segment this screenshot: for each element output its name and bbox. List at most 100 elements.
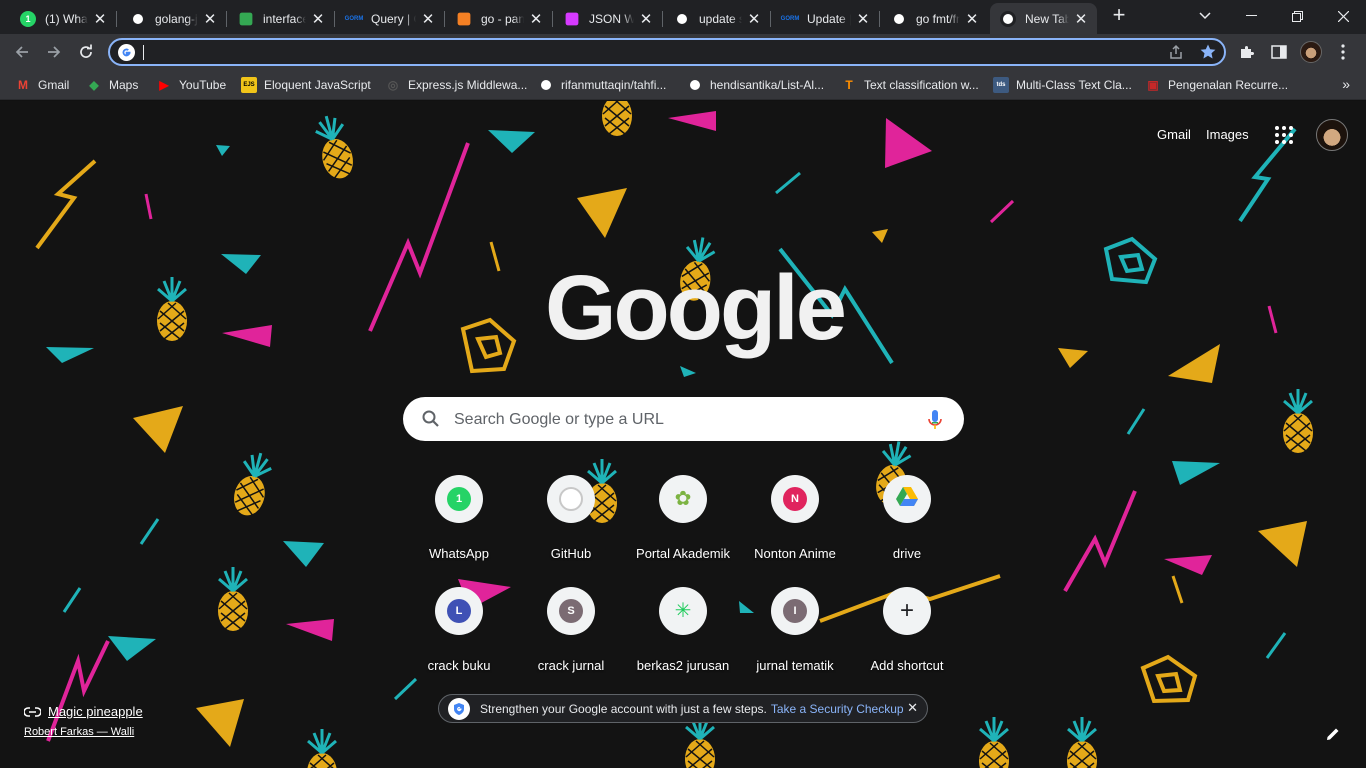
shortcut-icon-circle: N xyxy=(771,475,819,523)
menu-button[interactable] xyxy=(1330,39,1356,65)
search-input[interactable] xyxy=(454,409,894,431)
letter-icon: S xyxy=(559,599,583,623)
tab-4[interactable]: GORM Query | GORM ✕ xyxy=(336,3,445,34)
close-tab-icon[interactable]: ✕ xyxy=(310,10,326,28)
tab-1[interactable]: 1 (1) WhatsApp ✕ xyxy=(10,3,117,34)
github-icon xyxy=(130,10,146,27)
shortcut-tile[interactable]: drive xyxy=(851,467,963,579)
search-box[interactable] xyxy=(403,397,964,441)
shortcut-icon-circle: 1 xyxy=(435,475,483,523)
security-promo: Strengthen your Google account with just… xyxy=(438,694,928,723)
github-icon xyxy=(559,487,583,511)
bookmark-item[interactable]: rifanmuttaqin/tahfi... xyxy=(538,75,666,95)
share-icon[interactable] xyxy=(1168,44,1184,65)
account-avatar[interactable] xyxy=(1316,119,1348,151)
pineapple-decoration xyxy=(979,717,1009,768)
shortcut-label: crack jurnal xyxy=(537,658,605,673)
tab-5[interactable]: go - panic ✕ xyxy=(446,3,553,34)
tab-title: golang-jwt xyxy=(155,11,198,26)
bookmark-item[interactable]: tds Multi-Class Text Cla... xyxy=(993,75,1132,95)
maps-icon: ◆ xyxy=(89,78,99,92)
bookmark-label: Text classification w... xyxy=(864,78,979,92)
github-icon xyxy=(891,10,907,27)
letter-icon: I xyxy=(783,599,807,623)
shortcut-label: Add shortcut xyxy=(870,658,944,673)
close-tab-icon[interactable]: ✕ xyxy=(746,10,762,28)
close-tab-icon[interactable]: ✕ xyxy=(92,10,108,28)
close-tab-icon[interactable]: ✕ xyxy=(420,10,436,28)
bookmark-star-icon[interactable] xyxy=(1199,43,1217,66)
article-icon: ▣ xyxy=(1147,78,1159,92)
close-tab-icon[interactable]: ✕ xyxy=(638,10,654,28)
tab-6[interactable]: JSON Web ✕ xyxy=(554,3,663,34)
back-button[interactable] xyxy=(9,39,35,65)
bookmark-label: Maps xyxy=(109,78,139,92)
shortcut-tile[interactable]: ✿ Portal Akademik xyxy=(627,467,739,579)
tds-icon: tds xyxy=(993,77,1009,93)
google-apps-button[interactable] xyxy=(1274,125,1294,145)
shortcut-tile[interactable]: N Nonton Anime xyxy=(739,467,851,579)
gmail-icon: M xyxy=(18,78,28,92)
shortcut-tile[interactable]: GitHub xyxy=(515,467,627,579)
bookmark-label: Pengenalan Recurre... xyxy=(1168,78,1289,92)
extensions-button[interactable] xyxy=(1234,39,1260,65)
shortcut-tile[interactable]: Scrack jurnal xyxy=(515,579,627,691)
pineapple-decoration xyxy=(157,277,187,341)
reload-icon xyxy=(80,44,92,58)
attribution-author[interactable]: Robert Farkas — Walli xyxy=(24,726,143,738)
reload-button[interactable] xyxy=(73,39,99,65)
close-tab-icon[interactable]: ✕ xyxy=(1073,10,1089,28)
bookmark-item[interactable]: ▶ YouTube xyxy=(156,75,226,95)
tab-10[interactable]: New Tab ✕ xyxy=(990,3,1097,34)
side-panel-button[interactable] xyxy=(1266,39,1292,65)
restore-button[interactable] xyxy=(1274,0,1320,32)
bookmark-item[interactable]: T Text classification w... xyxy=(841,75,979,95)
images-link[interactable]: Images xyxy=(1206,127,1249,142)
security-checkup-link[interactable]: Take a Security Checkup xyxy=(771,702,904,716)
close-tab-icon[interactable]: ✕ xyxy=(964,10,980,28)
microphone-icon[interactable] xyxy=(925,409,945,431)
bookmark-item[interactable]: ▣ Pengenalan Recurre... xyxy=(1145,75,1288,95)
ejs-icon: EJS xyxy=(241,77,257,93)
close-tab-icon[interactable]: ✕ xyxy=(528,10,544,28)
profile-button[interactable] xyxy=(1298,39,1324,65)
address-bar[interactable] xyxy=(108,38,1226,66)
address-input[interactable] xyxy=(142,42,1142,62)
tab-8[interactable]: GORM Update | GORM ✕ xyxy=(772,3,880,34)
shortcut-tile[interactable]: Lcrack buku xyxy=(403,579,515,691)
close-tab-icon[interactable]: ✕ xyxy=(202,10,218,28)
bookmarks-overflow-button[interactable]: » xyxy=(1342,76,1350,92)
tab-title: interface xyxy=(263,11,306,26)
tab-2[interactable]: golang-jwt ✕ xyxy=(120,3,227,34)
tab-search-button[interactable] xyxy=(1182,0,1228,32)
google-logo: Google xyxy=(545,257,847,359)
minimize-button[interactable] xyxy=(1228,0,1274,32)
bookmark-item[interactable]: EJS Eloquent JavaScript xyxy=(241,75,371,95)
shortcut-tile[interactable]: Ijurnal tematik xyxy=(739,579,851,691)
bookmark-item[interactable]: M Gmail xyxy=(15,75,69,95)
new-tab-button[interactable]: + xyxy=(1108,4,1130,27)
close-tab-icon[interactable]: ✕ xyxy=(855,10,871,28)
pencil-icon[interactable] xyxy=(1324,725,1342,743)
attribution-title[interactable]: Magic pineapple xyxy=(24,704,143,719)
shortcut-tile[interactable]: ✳ berkas2 jurusan xyxy=(627,579,739,691)
forward-button[interactable] xyxy=(41,39,67,65)
asterisk-icon: ✳ xyxy=(674,600,692,622)
shortcut-icon-circle: S xyxy=(547,587,595,635)
link-icon xyxy=(24,706,41,717)
bookmark-item[interactable]: hendisantika/List-Al... xyxy=(687,75,824,95)
tab-7[interactable]: update sql ✕ xyxy=(664,3,771,34)
bookmark-item[interactable]: ◆ Maps xyxy=(86,75,138,95)
gmail-link[interactable]: Gmail xyxy=(1157,127,1191,142)
close-promo-button[interactable]: ✕ xyxy=(907,700,918,716)
tab-3[interactable]: interface ✕ xyxy=(228,3,335,34)
shortcut-tile[interactable]: 1 WhatsApp xyxy=(403,467,515,579)
add-shortcut-tile[interactable]: + Add shortcut xyxy=(851,579,963,691)
close-window-button[interactable] xyxy=(1320,0,1366,32)
bookmark-item[interactable]: ◎ Express.js Middlewa... xyxy=(385,75,528,95)
shortcut-label: Portal Akademik xyxy=(636,546,730,561)
google-icon xyxy=(674,10,690,27)
puzzle-icon xyxy=(1241,45,1255,58)
tab-9[interactable]: go fmt/fmt ✕ xyxy=(881,3,988,34)
toolbar xyxy=(0,34,1366,70)
